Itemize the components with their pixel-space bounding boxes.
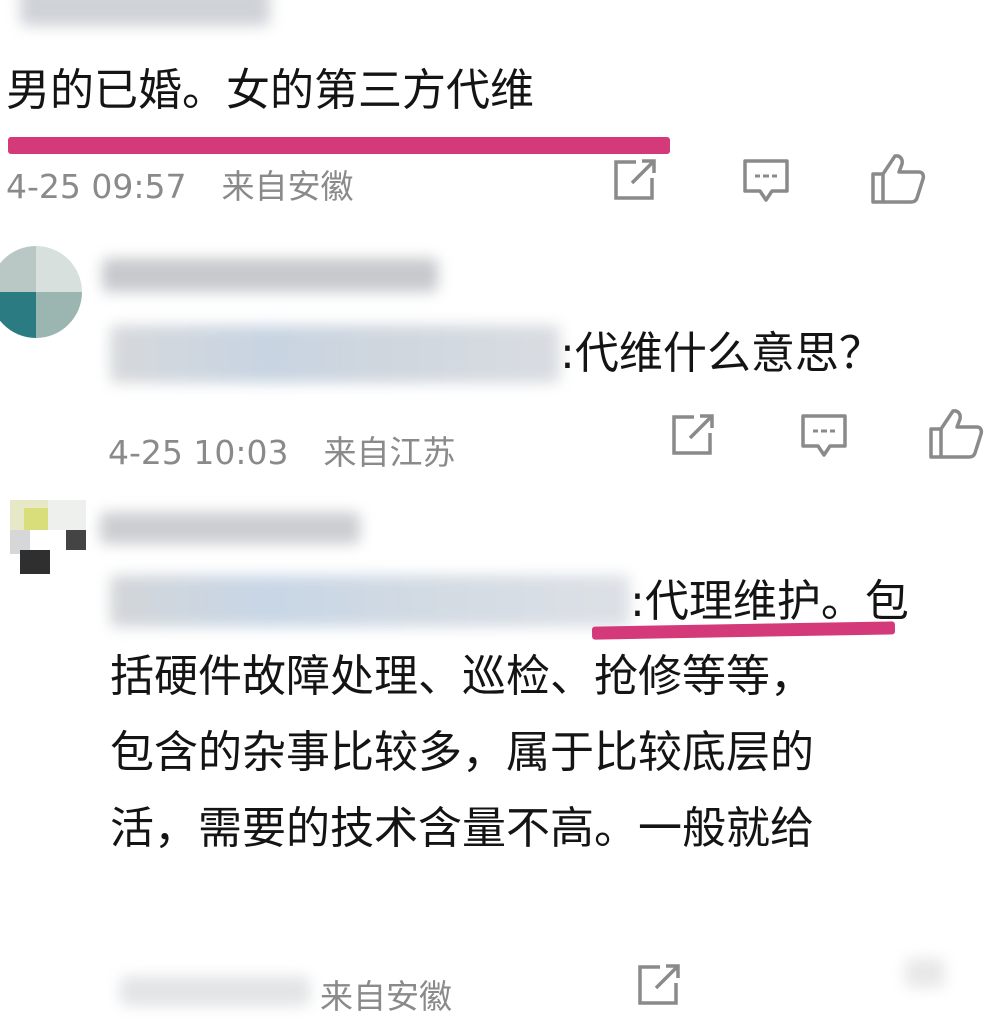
- share-icon[interactable]: [634, 962, 684, 1008]
- comment-2-time: 4-25 10:03: [108, 433, 289, 472]
- comment-2-text: :代维什么意思？: [560, 328, 883, 379]
- redacted-username-top: [20, 0, 270, 26]
- comment-3-line-3: 包含的杂事比较多，属于比较底层的: [110, 727, 814, 778]
- redacted-username[interactable]: [100, 512, 360, 544]
- watermark-fragment: [905, 958, 945, 988]
- comment-2-meta: 4-25 10:03 来自江苏: [108, 426, 456, 474]
- comment-icon[interactable]: [800, 413, 848, 461]
- redacted-reply-target[interactable]: [110, 325, 560, 383]
- avatar[interactable]: [10, 500, 86, 576]
- comment-3-line-4: 活，需要的技术含量不高。一般就给: [110, 803, 814, 854]
- comment-icon[interactable]: [742, 158, 790, 206]
- comment-1-meta: 4-25 09:57 来自安徽: [6, 160, 354, 208]
- like-icon[interactable]: [928, 407, 984, 461]
- avatar[interactable]: [0, 246, 82, 338]
- like-icon[interactable]: [870, 152, 926, 206]
- comment-1-time: 4-25 09:57: [6, 167, 187, 206]
- comment-1-underline: [8, 137, 670, 154]
- redacted-reply-target[interactable]: [110, 575, 630, 627]
- comment-2-location: 来自江苏: [323, 433, 456, 472]
- redacted-username[interactable]: [102, 258, 438, 292]
- comment-3-location: 来自安徽: [320, 977, 452, 1016]
- share-icon[interactable]: [610, 157, 660, 203]
- share-icon[interactable]: [668, 412, 718, 458]
- comment-1-location: 来自安徽: [221, 167, 354, 206]
- redacted-time: [120, 976, 310, 1006]
- comment-thread: 男的已婚。女的第三方代维 4-25 09:57 来自安徽 :代维什么意思？ 4-…: [0, 0, 995, 1025]
- comment-3-line-2: 括硬件故障处理、巡检、抢修等等，: [110, 651, 814, 702]
- comment-1-text: 男的已婚。女的第三方代维: [6, 65, 534, 116]
